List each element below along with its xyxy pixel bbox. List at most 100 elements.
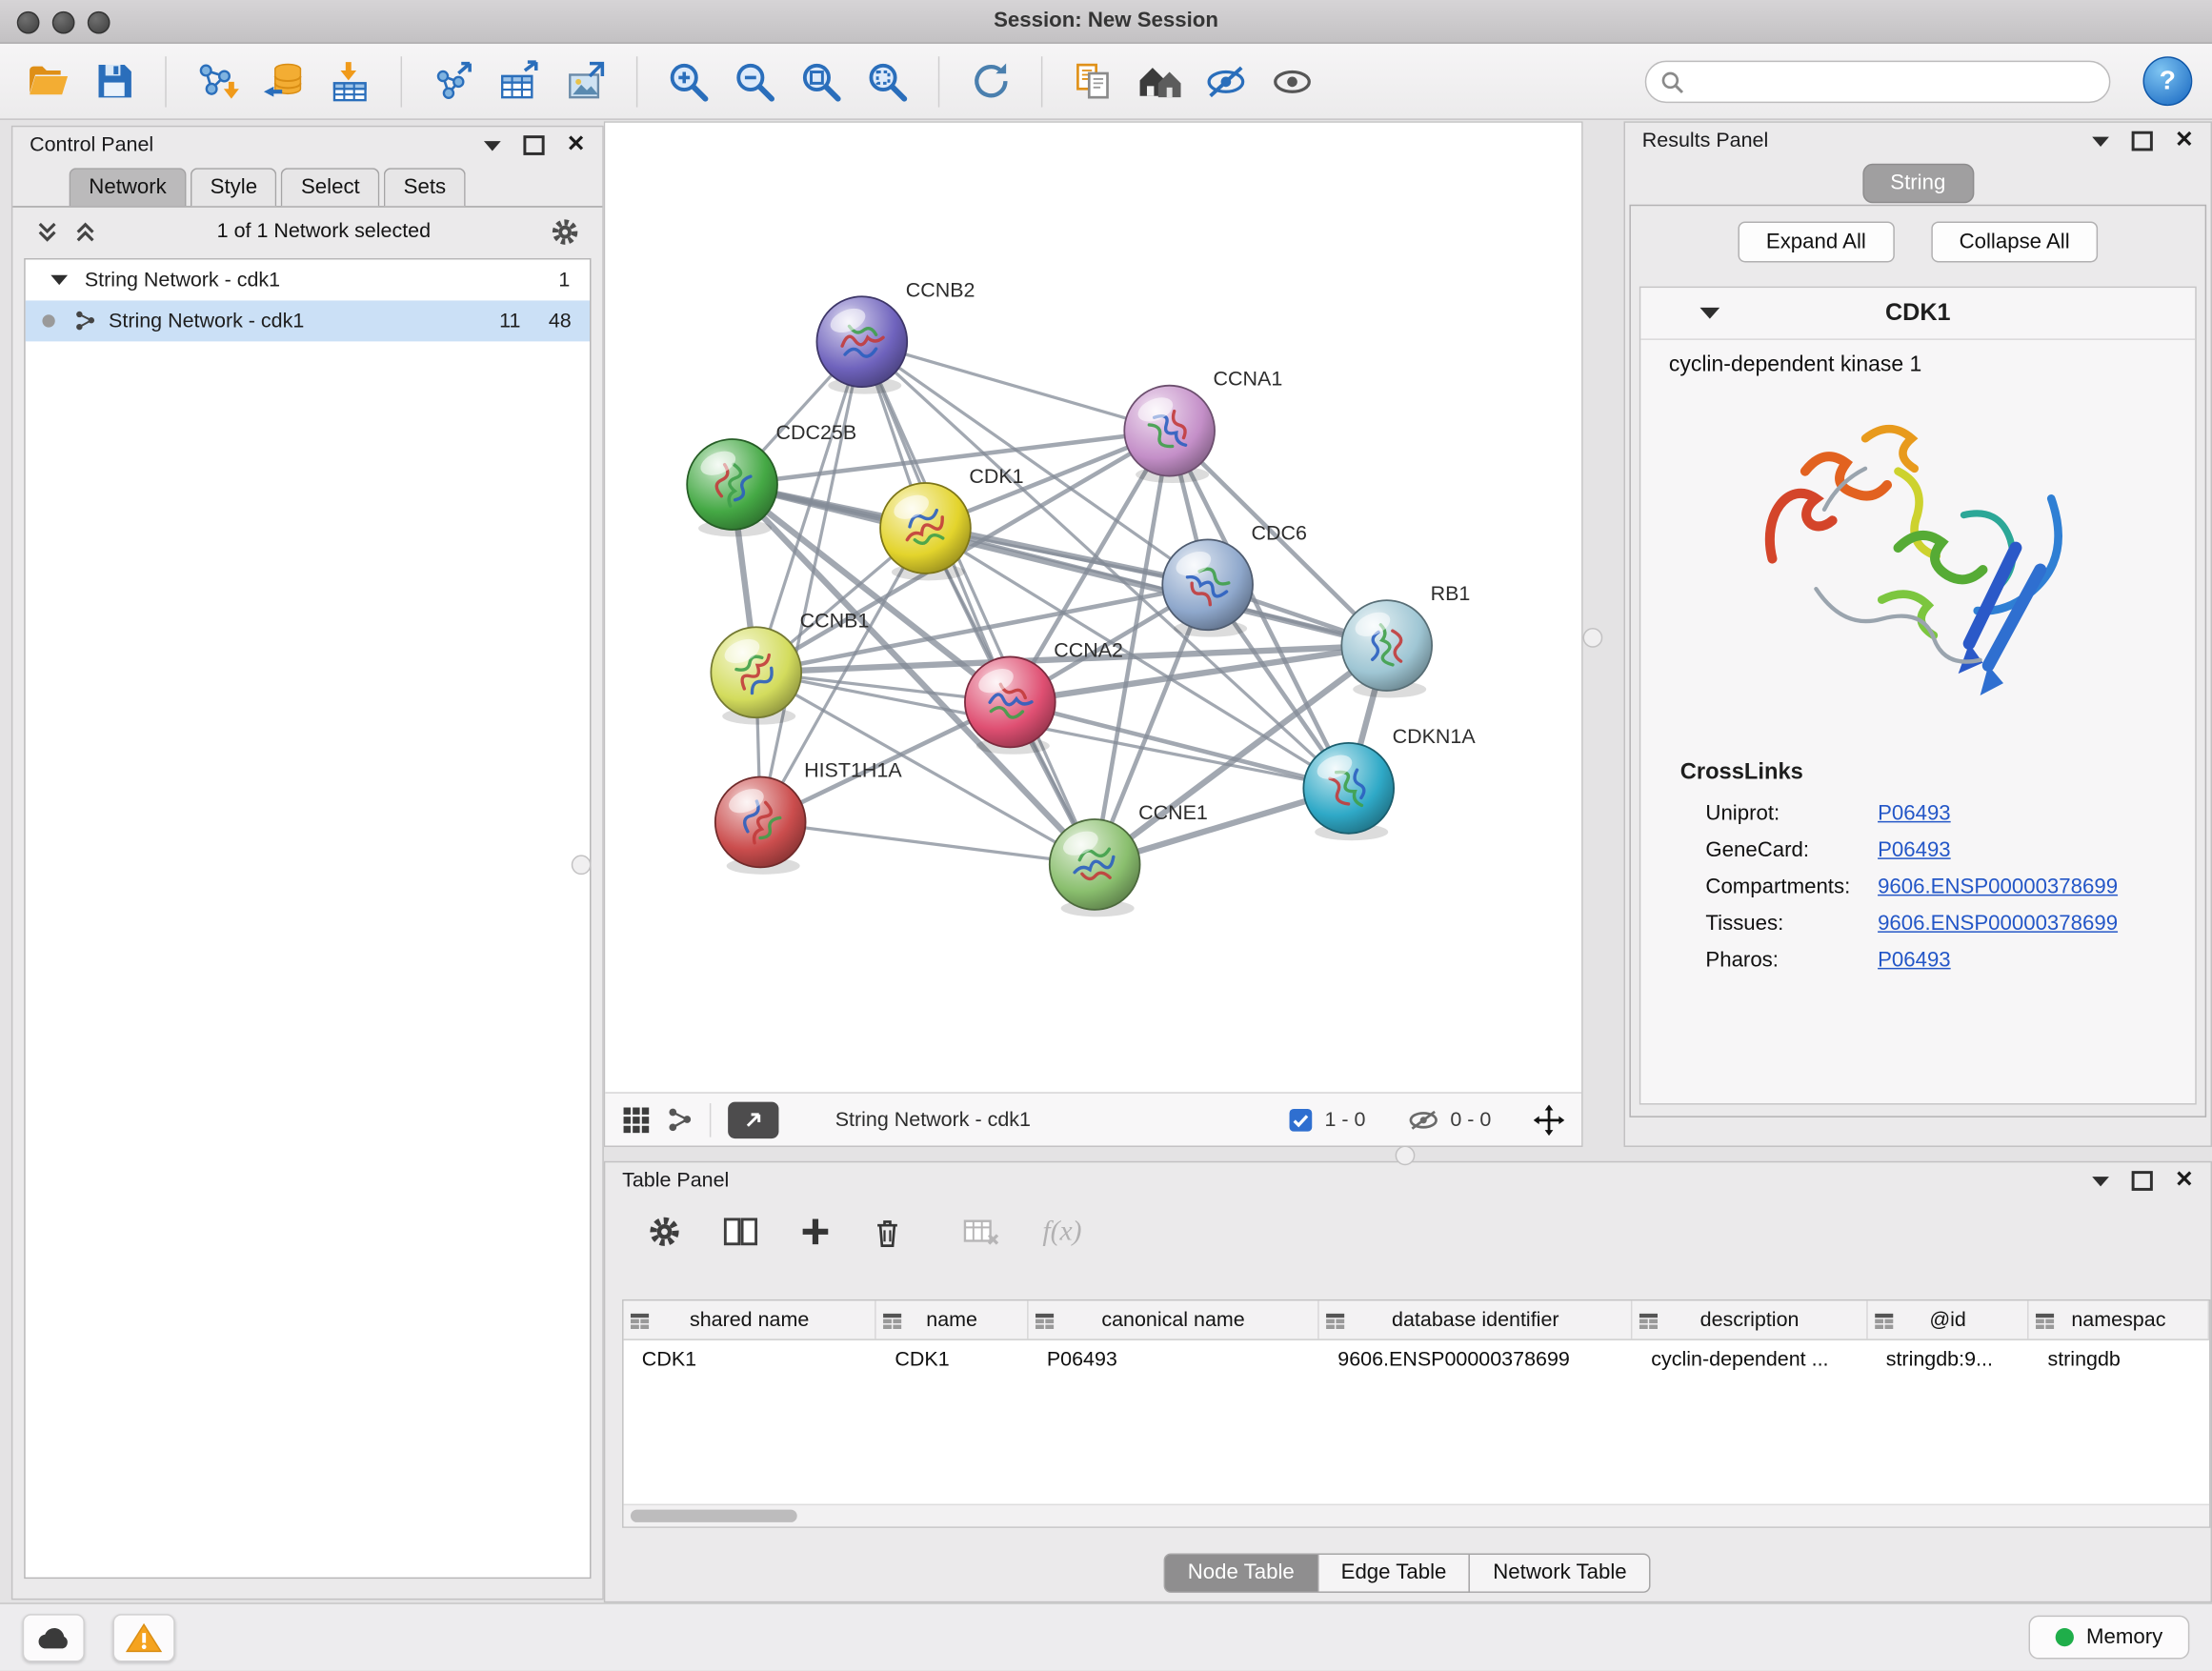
tab-style[interactable]: Style: [191, 168, 277, 206]
grid-view-icon[interactable]: [622, 1105, 651, 1134]
selected-items-icon[interactable]: [1288, 1107, 1314, 1133]
string-results-body: Expand All Collapse All CDK1 cyclin-depe…: [1629, 205, 2206, 1117]
tab-select[interactable]: Select: [281, 168, 379, 206]
column-header-name[interactable]: name: [876, 1300, 1028, 1339]
cloud-status-button[interactable]: [23, 1613, 85, 1661]
crosslink-link[interactable]: P06493: [1878, 947, 1951, 971]
column-header-canonical-name[interactable]: canonical name: [1029, 1300, 1319, 1339]
create-column-plus-icon[interactable]: [800, 1217, 832, 1248]
crosslink-label: Uniprot:: [1705, 800, 1878, 824]
tab-edge-table[interactable]: Edge Table: [1317, 1553, 1470, 1592]
collapse-panel-icon[interactable]: [2092, 136, 2109, 146]
float-panel-icon[interactable]: [523, 135, 544, 155]
search-icon: [1660, 70, 1684, 93]
delete-column-trash-icon[interactable]: [874, 1216, 902, 1248]
right-splitter-handle[interactable]: [1583, 628, 1603, 648]
network-edge-CCNB2-HIST1H1A[interactable]: [760, 342, 862, 822]
float-panel-icon[interactable]: [2131, 1171, 2152, 1191]
network-node-CCNB2[interactable]: CCNB2: [816, 278, 975, 393]
table-row[interactable]: CDK1CDK1P064939606.ENSP00000378699cyclin…: [624, 1340, 2210, 1379]
column-header-database-identifier[interactable]: database identifier: [1319, 1300, 1633, 1339]
tab-sets[interactable]: Sets: [384, 168, 466, 206]
network-node-HIST1H1A[interactable]: HIST1H1A: [715, 758, 903, 874]
hidden-items-icon[interactable]: [1408, 1108, 1439, 1131]
network-overview-icon[interactable]: [667, 1107, 693, 1133]
close-panel-icon[interactable]: ✕: [567, 135, 586, 155]
expand-all-icon[interactable]: [73, 219, 97, 243]
expand-all-button[interactable]: Expand All: [1738, 222, 1894, 263]
tree-expand-icon[interactable]: [50, 275, 68, 285]
collapse-all-icon[interactable]: [35, 219, 59, 243]
maximize-window-icon[interactable]: [88, 11, 111, 34]
save-session-button[interactable]: [86, 51, 142, 111]
collapse-section-icon[interactable]: [1699, 308, 1719, 319]
apply-layout-button[interactable]: [962, 51, 1018, 111]
collapse-panel-icon[interactable]: [483, 140, 500, 150]
tab-network-table[interactable]: Network Table: [1469, 1553, 1651, 1592]
table-options-gear-icon[interactable]: [648, 1215, 682, 1249]
minimize-window-icon[interactable]: [52, 11, 75, 34]
network-canvas[interactable]: CCNB2CCNA1CDC25BCDK1CDC6RB1CCNB1CCNA2CDK…: [605, 123, 1581, 1092]
column-header-description[interactable]: description: [1633, 1300, 1867, 1339]
close-window-icon[interactable]: [17, 11, 40, 34]
network-collection-row[interactable]: String Network - cdk1 1: [26, 259, 590, 300]
import-network-file-button[interactable]: [189, 51, 245, 111]
network-node-CDC25B[interactable]: CDC25B: [687, 421, 856, 536]
window-title: Session: New Session: [0, 0, 2212, 42]
network-view-panel: CCNB2CCNA1CDC25BCDK1CDC6RB1CCNB1CCNA2CDK…: [604, 121, 1583, 1147]
crosslink-link[interactable]: P06493: [1878, 800, 1951, 824]
new-table-button[interactable]: [491, 51, 547, 111]
network-edge-CCNB2-CCNE1[interactable]: [862, 342, 1095, 865]
warning-status-button[interactable]: [112, 1613, 174, 1661]
network-node-RB1[interactable]: RB1: [1341, 582, 1470, 697]
scrollbar-thumb[interactable]: [631, 1510, 797, 1522]
help-button[interactable]: ?: [2142, 56, 2192, 106]
pan-tool-icon[interactable]: [1534, 1104, 1565, 1136]
network-edge-CCNB2-CCNA1[interactable]: [862, 342, 1170, 431]
crosslink-link[interactable]: P06493: [1878, 837, 1951, 861]
zoom-selected-button[interactable]: [859, 51, 915, 111]
zoom-out-button[interactable]: [727, 51, 783, 111]
search-input[interactable]: [1645, 60, 2111, 102]
node-label-RB1: RB1: [1431, 582, 1471, 605]
close-panel-icon[interactable]: ✕: [2175, 1171, 2194, 1191]
tab-node-table[interactable]: Node Table: [1164, 1553, 1318, 1592]
network-edge-HIST1H1A-CCNE1[interactable]: [760, 822, 1095, 864]
tab-string[interactable]: String: [1862, 164, 1974, 203]
zoom-fit-button[interactable]: [793, 51, 849, 111]
birds-eye-view-button[interactable]: [1264, 51, 1320, 111]
bottom-splitter-handle[interactable]: [1396, 1145, 1416, 1165]
close-panel-icon[interactable]: ✕: [2175, 131, 2194, 151]
new-network-from-selection-button[interactable]: [425, 51, 481, 111]
protein-card-header[interactable]: CDK1: [1640, 288, 2195, 340]
collapse-panel-icon[interactable]: [2092, 1176, 2109, 1185]
copy-document-button[interactable]: [1065, 51, 1121, 111]
export-image-button[interactable]: [557, 51, 613, 111]
column-header-namespac[interactable]: namespac: [2029, 1300, 2209, 1339]
float-panel-icon[interactable]: [2131, 131, 2152, 151]
delete-table-icon-disabled: [963, 1217, 1000, 1246]
show-columns-icon[interactable]: [724, 1217, 758, 1248]
column-header-@id[interactable]: @id: [1868, 1300, 2030, 1339]
memory-button[interactable]: Memory: [2028, 1616, 2189, 1660]
title-bar[interactable]: Session: New Session: [0, 0, 2212, 44]
crosslink-link[interactable]: 9606.ENSP00000378699: [1878, 911, 2118, 935]
crosslink-link[interactable]: 9606.ENSP00000378699: [1878, 874, 2118, 897]
home-networks-button[interactable]: [1132, 51, 1188, 111]
network-options-gear-icon[interactable]: [551, 216, 580, 246]
network-row[interactable]: String Network - cdk1 11 48: [26, 300, 590, 341]
left-splitter-handle[interactable]: [572, 855, 592, 875]
open-session-button[interactable]: [20, 51, 76, 111]
network-graph[interactable]: CCNB2CCNA1CDC25BCDK1CDC6RB1CCNB1CCNA2CDK…: [605, 123, 1581, 1092]
zoom-in-button[interactable]: [660, 51, 716, 111]
open-in-browser-button[interactable]: [728, 1101, 778, 1138]
network-node-CDK1[interactable]: CDK1: [880, 465, 1024, 580]
column-header-shared-name[interactable]: shared name: [624, 1300, 877, 1339]
network-node-CDKN1A[interactable]: CDKN1A: [1303, 725, 1476, 840]
tab-network[interactable]: Network: [70, 168, 187, 206]
table-horizontal-scrollbar[interactable]: [624, 1504, 2210, 1527]
hide-graphics-details-button[interactable]: [1197, 51, 1254, 111]
collapse-all-button[interactable]: Collapse All: [1931, 222, 2098, 263]
import-network-database-button[interactable]: [255, 51, 312, 111]
import-table-file-button[interactable]: [322, 51, 378, 111]
